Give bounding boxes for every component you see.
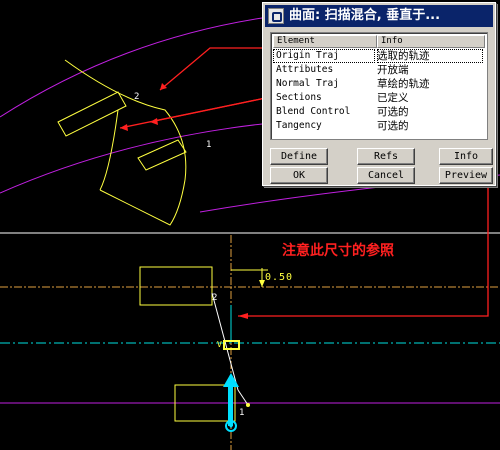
cancel-button[interactable]: Cancel xyxy=(357,167,415,184)
table-row[interactable]: Origin Traj 选取的轨迹 xyxy=(273,49,485,63)
ok-button[interactable]: OK xyxy=(270,167,328,184)
info-button[interactable]: Info xyxy=(439,148,493,165)
table-row[interactable]: Tangency 可选的 xyxy=(273,119,485,133)
reference-note: 注意此尺寸的参照 xyxy=(282,243,394,259)
preview-button[interactable]: Preview xyxy=(439,167,493,184)
row-info: 可选的 xyxy=(377,106,409,118)
refs-button[interactable]: Refs xyxy=(357,148,415,165)
sweep-surface-edge-bottom xyxy=(99,179,186,226)
sketch-endpoint xyxy=(246,403,250,407)
dimension-value[interactable]: 0.50 xyxy=(265,272,293,283)
sweep-surface-edge-left xyxy=(99,109,119,191)
start-direction-arrowhead xyxy=(223,373,239,387)
feature-definition-dialog: 曲面: 扫描混合, 垂直于... Element Info Origin Tra… xyxy=(262,2,496,186)
table-row[interactable]: Sections 已定义 xyxy=(273,91,485,105)
section-label-1: 1 xyxy=(206,140,212,150)
arrowhead-sections-a xyxy=(120,124,128,131)
origin-trajectory-arc-outer xyxy=(0,17,263,118)
callout-arrows-upper xyxy=(119,47,281,129)
sketch-label-1: 1 xyxy=(239,408,245,418)
constraint-label-v: V xyxy=(217,340,222,349)
table-header: Element Info xyxy=(273,35,485,48)
row-element: Origin Traj xyxy=(273,49,375,63)
row-element: Blend Control xyxy=(276,106,351,117)
start-direction-shaft xyxy=(228,382,233,426)
table-row[interactable]: Attributes 开放端 xyxy=(273,63,485,77)
row-element: Tangency xyxy=(276,120,322,131)
table-row[interactable]: Normal Traj 草绘的轨迹 xyxy=(273,77,485,91)
row-element: Sections xyxy=(276,92,322,103)
start-point-center xyxy=(229,424,233,428)
origin-trajectory-arc-inner xyxy=(0,123,263,194)
dialog-title: 曲面: 扫描混合, 垂直于... xyxy=(289,8,441,23)
section-2-rectangle xyxy=(57,91,127,137)
app-icon xyxy=(268,8,284,24)
arrowhead-origin-traj xyxy=(160,83,167,90)
row-info: 可选的 xyxy=(377,120,409,132)
row-element: Attributes xyxy=(276,64,334,75)
arrowhead-sections-b xyxy=(150,118,158,125)
define-button[interactable]: Define xyxy=(270,148,328,165)
sketch-label-2: 2 xyxy=(212,293,218,303)
section-rectangle-upper xyxy=(139,266,213,306)
row-element: Normal Traj xyxy=(276,78,339,89)
table-row[interactable]: Blend Control 可选的 xyxy=(273,105,485,119)
section-label-2: 2 xyxy=(134,92,140,102)
row-info: 草绘的轨迹 xyxy=(377,78,430,90)
row-info: 开放端 xyxy=(377,64,409,76)
arrowhead-dimension-reference xyxy=(238,313,248,319)
column-header-info[interactable]: Info xyxy=(377,35,485,48)
row-info: 已定义 xyxy=(377,92,409,104)
column-header-element[interactable]: Element xyxy=(273,35,377,48)
dialog-title-bar[interactable]: 曲面: 扫描混合, 垂直于... xyxy=(265,5,493,27)
element-table: Element Info Origin Traj 选取的轨迹 Attribute… xyxy=(270,32,488,140)
row-info: 选取的轨迹 xyxy=(377,49,483,63)
